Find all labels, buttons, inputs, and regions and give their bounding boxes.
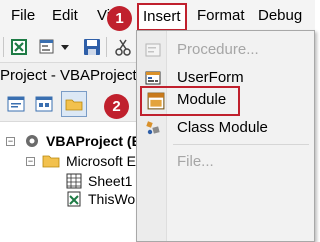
userform-icon (145, 71, 161, 85)
chevron-down-icon[interactable] (60, 38, 70, 56)
menu-label-module: Module (177, 91, 227, 108)
menu-label-procedure: Procedure... (177, 41, 259, 58)
procedure-icon (145, 43, 161, 57)
tree-label-vbaproject: VBAProject (B (46, 133, 142, 149)
workbook-icon (67, 191, 81, 207)
menu-debug[interactable]: Debug (258, 7, 302, 25)
menu-label-class-module: Class Module (177, 119, 268, 136)
tree-label-microsoft-excel-objects: Microsoft Ex (66, 153, 144, 169)
menu-edit[interactable]: Edit (52, 7, 78, 25)
menu-insert[interactable]: Insert (137, 3, 187, 31)
view-code-icon[interactable] (6, 94, 26, 114)
menu-file[interactable]: File (11, 7, 35, 25)
toggle-folders-button[interactable] (61, 91, 87, 117)
cut-icon[interactable] (114, 38, 132, 56)
excel-view-icon[interactable] (10, 38, 28, 56)
menu-item-file[interactable]: File... (137, 148, 314, 176)
collapse-icon[interactable]: − (6, 137, 15, 146)
worksheet-icon (66, 173, 82, 189)
save-icon[interactable] (83, 38, 101, 56)
folder-icon (42, 155, 60, 168)
folder-icon (65, 99, 83, 111)
view-object-icon[interactable] (34, 94, 54, 114)
collapse-icon[interactable]: − (26, 157, 35, 166)
step-2-badge: 2 (104, 94, 129, 119)
menu-format[interactable]: Format (197, 7, 245, 25)
class-module-icon (146, 121, 160, 135)
toolbar-grip (3, 37, 4, 57)
vba-project-icon (26, 135, 38, 147)
menu-label-userform: UserForm (177, 69, 244, 86)
menu-item-procedure[interactable]: Procedure... (137, 36, 314, 64)
project-window-title: Project - VBAProject (0, 67, 137, 84)
menu-bar: File Edit Vi Insert Format Debug (0, 0, 315, 32)
tree-node-microsoft-excel-objects[interactable]: − Microsoft Ex (26, 151, 146, 171)
step-1-badge: 1 (107, 6, 132, 31)
menu-label-file: File... (177, 153, 214, 170)
menu-item-class-module[interactable]: Class Module (137, 114, 314, 142)
menu-item-module[interactable]: Module (140, 86, 240, 116)
tree-node-vbaproject[interactable]: − VBAProject (B (6, 131, 156, 151)
insert-object-icon[interactable] (38, 38, 56, 56)
menu-separator (173, 144, 309, 145)
toolbar-separator (106, 37, 107, 57)
insert-menu-dropdown: Procedure... UserForm Module Class Modul… (136, 30, 315, 242)
module-icon (147, 92, 165, 110)
